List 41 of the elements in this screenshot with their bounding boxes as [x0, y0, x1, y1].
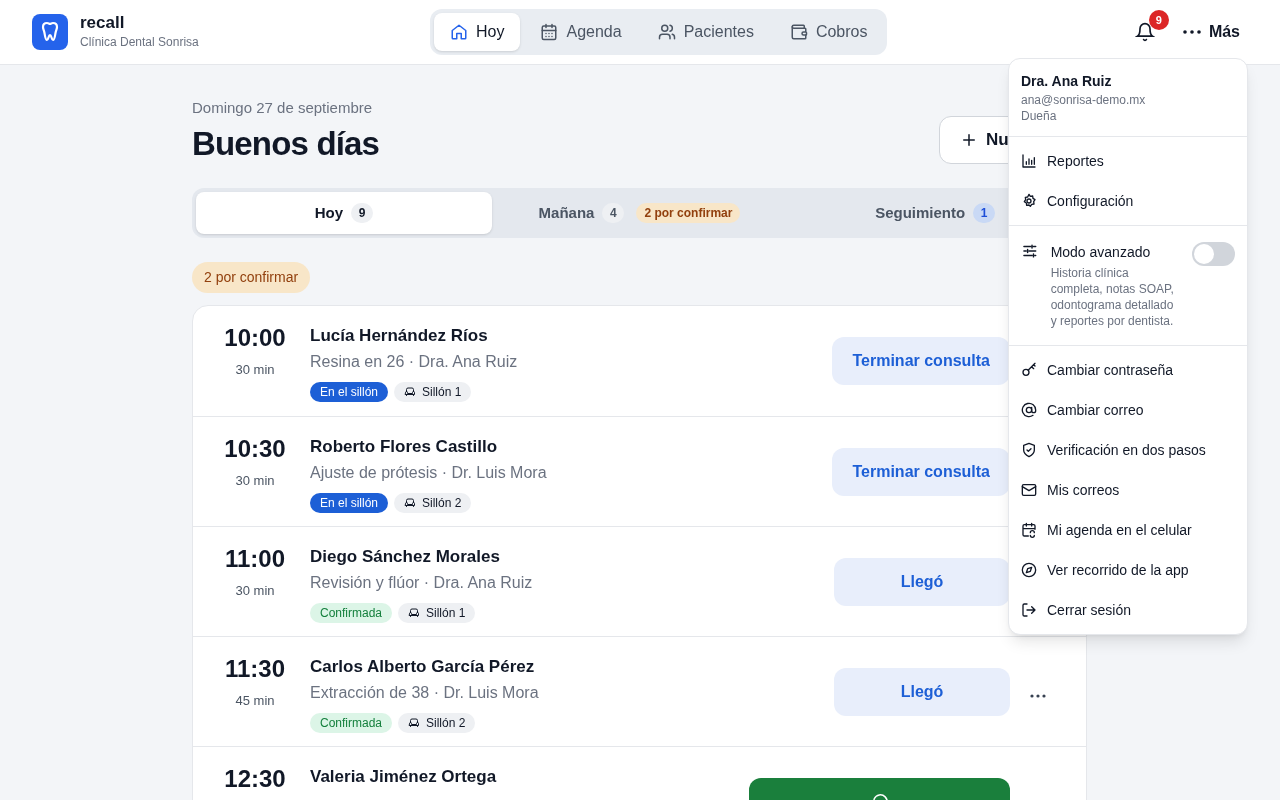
appointment-time: 10:30 [224, 435, 286, 463]
appointment-duration: 45 min [235, 692, 275, 710]
appointment-duration: 30 min [235, 361, 275, 379]
chair-badge: Sillón 2 [394, 493, 472, 513]
chair-badge: Sillón 1 [398, 603, 476, 623]
user-role: Dueña [1021, 108, 1058, 124]
greeting-heading: Buenos días [192, 123, 380, 164]
patient-name: Roberto Flores Castillo [310, 436, 499, 458]
notification-count: 9 [1148, 10, 1169, 30]
appointment-detail: Resina en 26 · Dra. Ana Ruiz [310, 352, 519, 372]
user-email: ana@sonrisa-demo.mx [1021, 92, 1147, 108]
appointment-duration: 30 min [235, 582, 275, 600]
chair-badge: Sillón 2 [398, 713, 476, 733]
appointment-detail: Ajuste de prótesis · Dr. Luis Mora [310, 463, 548, 483]
tab-count: 1 [973, 203, 996, 223]
status-badge: Confirmada [310, 603, 393, 623]
appointment-detail: Revisión y flúor · Dra. Ana Ruiz [310, 573, 534, 593]
tab-count: 4 [602, 203, 625, 223]
status-badge: En el sillón [310, 493, 389, 513]
user-name: Dra. Ana Ruiz [1021, 72, 1113, 91]
patient-name: Diego Sánchez Morales [310, 546, 501, 568]
status-badge: Confirmada [310, 713, 393, 733]
appointment-time: 10:00 [224, 324, 286, 352]
chair-badge: Sillón 1 [394, 382, 472, 402]
advanced-mode-label: Modo avanzado [1050, 243, 1152, 262]
appointment-time: 12:30 [224, 765, 286, 793]
appointment-duration: 30 min [235, 472, 275, 490]
pending-badge: 2 por confirmar [636, 203, 741, 223]
pending-badge: 2 por confirmar [192, 262, 311, 293]
appointment-time: 11:30 [224, 655, 286, 683]
brand-name: recall [80, 13, 126, 33]
status-badge: En el sillón [310, 382, 389, 402]
tab-count: 9 [351, 203, 373, 223]
patient-name: Valeria Jiménez Ortega [310, 766, 498, 788]
appointment-detail: Extracción de 38 · Dr. Luis Mora [310, 683, 540, 703]
patient-name: Carlos Alberto García Pérez [310, 656, 536, 678]
clinic-name: Clínica Dental Sonrisa [80, 34, 199, 51]
patient-name: Lucía Hernández Ríos [310, 325, 489, 347]
date-label: Domingo 27 de septiembre [192, 98, 374, 118]
appointment-time: 11:00 [224, 545, 286, 573]
advanced-mode-description: Historia clínica completa, notas SOAP, odontograma detallado y reportes por dentista. [1050, 265, 1175, 329]
